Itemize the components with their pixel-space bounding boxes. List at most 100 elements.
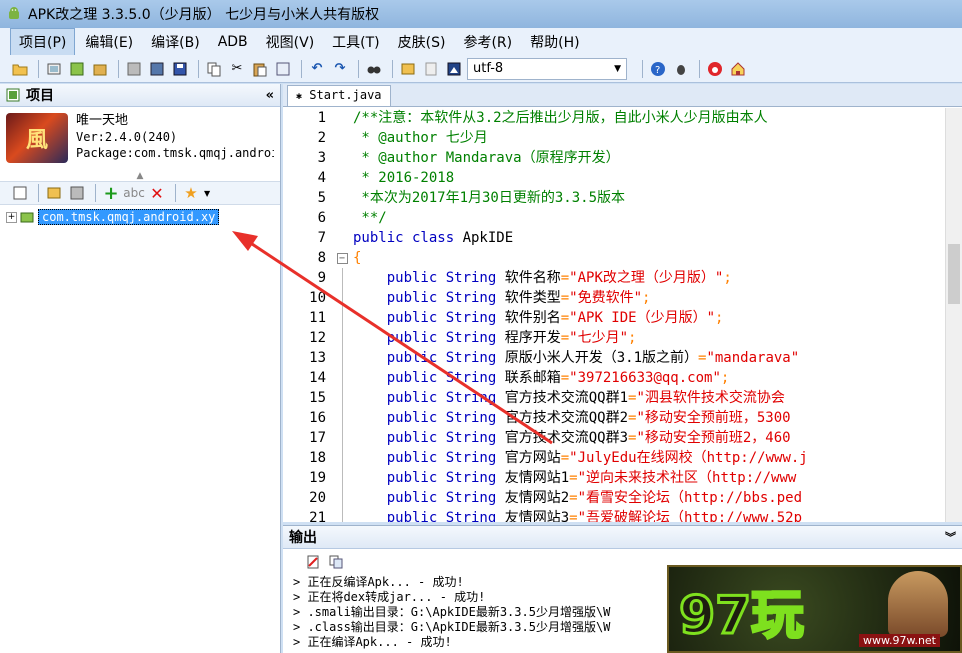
home-icon[interactable] (728, 59, 748, 79)
code-line[interactable]: 1 /**注意：本软件从3.2之后推出少月版，自此小米人少月版由本人 (283, 108, 962, 128)
encoding-select[interactable]: utf-8 ▼ (467, 57, 627, 80)
replace-icon[interactable] (273, 59, 293, 79)
film-icon[interactable] (44, 59, 64, 79)
open-window-icon[interactable] (44, 183, 64, 203)
tab-start-java[interactable]: ✱ Start.java (287, 85, 391, 106)
code-line[interactable]: 3 * @author Mandarava（原程序开发） (283, 148, 962, 168)
tree-node-package[interactable]: com.tmsk.qmqj.android.xy (38, 209, 220, 225)
collapse-icon[interactable]: « (266, 88, 274, 103)
clear-output-icon[interactable] (303, 552, 323, 572)
cut-icon[interactable]: ✂ (227, 59, 247, 79)
code-line[interactable]: 16 public String 官方技术交流QQ群2="移动安全预前班，530… (283, 408, 962, 428)
add-icon[interactable]: + (101, 183, 121, 204)
code-line[interactable]: 21 public String 友情网站3="吾爱破解论坛（http://ww… (283, 508, 962, 522)
menu-compile[interactable]: 编译(B) (143, 29, 208, 55)
code-token: ; (715, 310, 724, 326)
redo-icon[interactable]: ↷ (330, 59, 350, 79)
code-token: public String (353, 410, 505, 426)
code-token: 联系邮箱 (504, 370, 561, 386)
line-source: public String 官方技术交流QQ群1="泗县软件技术交流协会 (353, 388, 962, 408)
save-all-icon[interactable] (147, 59, 167, 79)
code-line[interactable]: 11 public String 软件别名="APK IDE（少月版）"; (283, 308, 962, 328)
menu-skin[interactable]: 皮肤(S) (390, 29, 454, 55)
code-line[interactable]: 6 **/ (283, 208, 962, 228)
bug-icon[interactable] (671, 59, 691, 79)
help-icon[interactable]: ? (648, 59, 668, 79)
code-line[interactable]: 12 public String 程序开发="七少月"; (283, 328, 962, 348)
favorite-star-icon[interactable]: ★ (181, 183, 201, 203)
paste-icon[interactable] (250, 59, 270, 79)
code-line[interactable]: 10 public String 软件类型="免费软件"; (283, 288, 962, 308)
menu-help[interactable]: 帮助(H) (522, 29, 587, 55)
menu-view[interactable]: 视图(V) (258, 29, 323, 55)
code-line[interactable]: 4 * 2016-2018 (283, 168, 962, 188)
code-token: public String (353, 450, 505, 466)
editor-tabbar: ✱ Start.java (283, 84, 962, 107)
editor-scrollbar[interactable] (945, 108, 962, 522)
copy-icon[interactable] (204, 59, 224, 79)
code-token: 程序开发 (504, 330, 561, 346)
code-token: "APK IDE（少月版）" (569, 310, 716, 326)
code-line[interactable]: 18 public String 官方网站="JulyEdu在线网校（http:… (283, 448, 962, 468)
image-icon[interactable] (67, 183, 87, 203)
chevron-down-icon[interactable]: ▼ (204, 189, 210, 198)
line-number: 13 (309, 350, 326, 366)
code-line[interactable]: 13 public String 原版小米人开发（3.1版之前）="mandar… (283, 348, 962, 368)
scrollbar-thumb[interactable] (948, 244, 960, 304)
undo-icon[interactable]: ↶ (307, 59, 327, 79)
chevron-down-icon: ▼ (614, 63, 621, 74)
menu-edit[interactable]: 编辑(E) (77, 29, 141, 55)
project-icon (6, 88, 20, 102)
package-icon[interactable] (90, 59, 110, 79)
save-as-icon[interactable] (170, 59, 190, 79)
find-icon[interactable] (364, 59, 384, 79)
code-line[interactable]: 15 public String 官方技术交流QQ群1="泗县软件技术交流协会 (283, 388, 962, 408)
tree-expand-icon[interactable]: + (6, 211, 17, 223)
code-line[interactable]: 20 public String 友情网站2="看雪安全论坛（http://bb… (283, 488, 962, 508)
line-number: 7 (317, 230, 326, 246)
code-token: 原版小米人开发（3.1版之前） (504, 350, 699, 366)
line-source: public String 友情网站3="吾爱破解论坛（http://www.5… (353, 508, 962, 522)
weibo-icon[interactable] (705, 59, 725, 79)
line-source: public String 软件别名="APK IDE（少月版）"; (353, 308, 962, 328)
fold-toggle-icon[interactable]: − (336, 252, 348, 264)
splitter-handle[interactable]: ▲ (0, 171, 280, 181)
code-token: = (569, 490, 578, 506)
code-line[interactable]: 7 public class ApkIDE (283, 228, 962, 248)
copy-output-icon[interactable] (326, 552, 346, 572)
refresh-icon[interactable] (10, 183, 30, 203)
menu-adb[interactable]: ADB (210, 31, 256, 53)
menu-bar: 项目(P) 编辑(E) 编译(B) ADB 视图(V) 工具(T) 皮肤(S) … (0, 27, 962, 56)
build-icon[interactable] (67, 59, 87, 79)
delete-icon[interactable]: ✕ (147, 183, 167, 203)
code-token: ; (642, 290, 651, 306)
code-line[interactable]: 19 public String 友情网站1="逆向未来技术社区（http://… (283, 468, 962, 488)
line-source: public String 程序开发="七少月"; (353, 328, 962, 348)
code-token: public String (353, 470, 505, 486)
code-line[interactable]: 2 * @author 七少月 (283, 128, 962, 148)
code-line[interactable]: 14 public String 联系邮箱="397216633@qq.com"… (283, 368, 962, 388)
menu-reference[interactable]: 参考(R) (455, 29, 520, 55)
open-folder-icon[interactable] (10, 59, 30, 79)
line-source: *本次为2017年1月30日更新的3.3.5版本 (353, 188, 962, 208)
code-token: public String (353, 330, 505, 346)
tab-label: Start.java (309, 88, 382, 102)
code-editor[interactable]: 1 /**注意：本软件从3.2之后推出少月版，自此小米人少月版由本人 2 * @au… (283, 108, 962, 522)
rename-icon[interactable]: abc (123, 183, 145, 203)
window-icon[interactable] (398, 59, 418, 79)
code-token: 官方网站 (504, 450, 561, 466)
code-line[interactable]: 9 public String 软件名称="APK改之理（少月版）"; (283, 268, 962, 288)
menu-project[interactable]: 项目(P) (10, 27, 76, 56)
menu-tools[interactable]: 工具(T) (324, 29, 387, 55)
line-number: 16 (309, 410, 326, 426)
watermark-url: www.97w.net (858, 634, 940, 647)
code-line[interactable]: 5 *本次为2017年1月30日更新的3.3.5版本 (283, 188, 962, 208)
code-token: ; (628, 330, 637, 346)
collapse-chevrons-icon[interactable]: ︾ (945, 529, 956, 545)
save-icon[interactable] (124, 59, 144, 79)
code-line[interactable]: 8−{ (283, 248, 962, 268)
code-token: "mandarava" (706, 350, 800, 366)
screen-icon[interactable] (444, 59, 464, 79)
code-line[interactable]: 17 public String 官方技术交流QQ群3="移动安全预前班2，46… (283, 428, 962, 448)
document-icon[interactable] (421, 59, 441, 79)
